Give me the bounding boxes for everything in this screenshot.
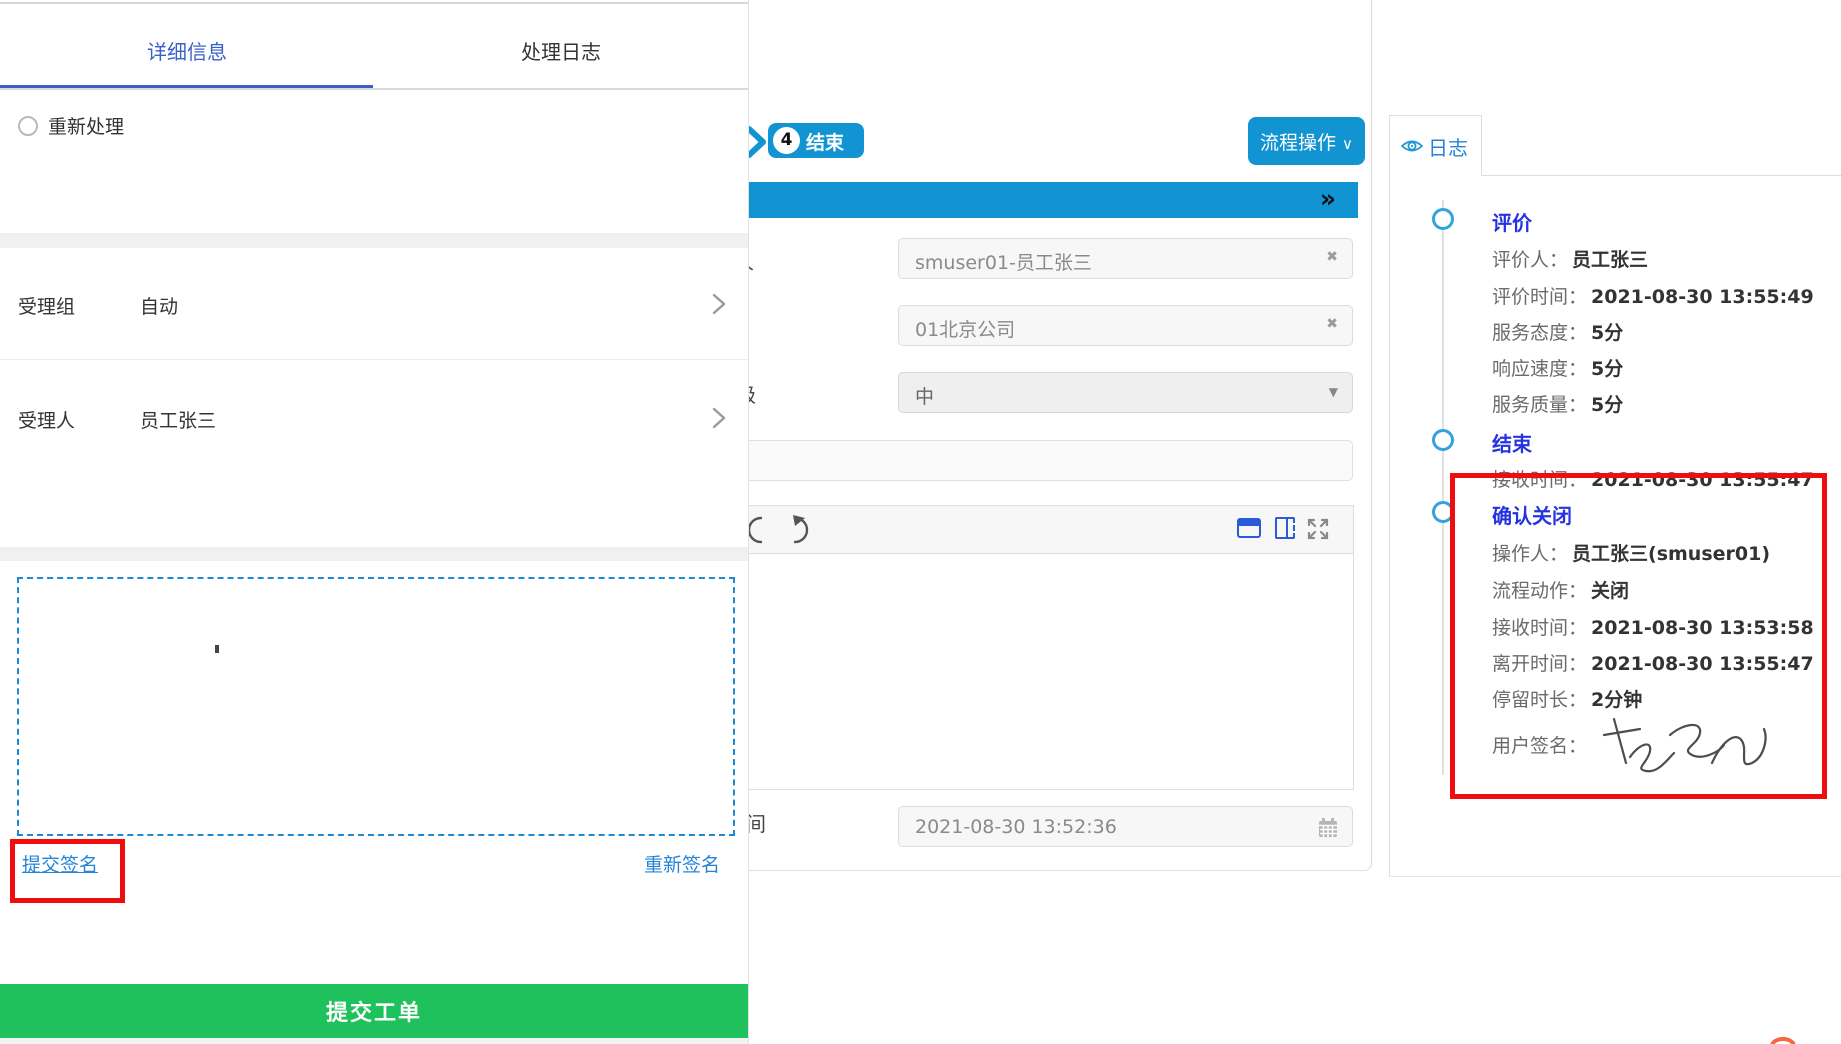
rich-text-editor (748, 505, 1354, 790)
chevron-right-icon (712, 292, 726, 316)
redo-signature-link[interactable]: 重新签名 (644, 850, 720, 877)
log-tab[interactable]: 日志 (1390, 115, 1482, 176)
priority-label-partial: 级 (748, 379, 756, 408)
radio-icon[interactable] (18, 116, 38, 136)
company-input[interactable]: 01北京公司 ✖ (898, 305, 1353, 346)
log-entry-title: 评价 (1492, 207, 1532, 236)
ticket-form-panel: 4 结束 流程操作 ∨ » 人 smuser01-员工张三 ✖ 01北京公司 ✖… (748, 0, 1372, 871)
editor-columns-icon[interactable] (1275, 517, 1295, 539)
chevron-right-icon (712, 406, 726, 430)
editor-toolbar (748, 506, 1353, 554)
timeline-line (1442, 200, 1444, 775)
accept-group-row[interactable]: 受理组 自动 (0, 280, 748, 330)
log-line: 接收时间：2021-08-30 13:55:47 (1492, 465, 1814, 492)
calendar-icon[interactable] (1316, 816, 1340, 840)
company-value: 01北京公司 (915, 315, 1015, 342)
time-input[interactable]: 2021-08-30 13:52:36 (898, 806, 1353, 847)
orange-cursor-mark (1770, 1037, 1796, 1044)
log-line: 接收时间：2021-08-30 13:53:58 (1492, 613, 1814, 640)
log-line: 服务质量：5分 (1492, 390, 1623, 417)
log-line: 流程动作：关闭 (1492, 576, 1629, 603)
handler-value: smuser01-员工张三 (915, 248, 1092, 275)
log-line: 响应速度：5分 (1492, 354, 1623, 381)
step-arrow-icon (748, 124, 768, 160)
log-line: 离开时间：2021-08-30 13:55:47 (1492, 649, 1814, 676)
accept-person-row[interactable]: 受理人 员工张三 (0, 394, 748, 444)
priority-select[interactable]: 中 ▼ (898, 372, 1353, 413)
undo-icon[interactable] (748, 514, 773, 546)
log-line: 服务态度：5分 (1492, 318, 1623, 345)
ticket-workflow-page: 详细信息 处理日志 重新处理 受理组 自动 受理人 员工张三 (0, 0, 1841, 1044)
bottom-strip (0, 1038, 748, 1044)
detail-panel: 详细信息 处理日志 重新处理 受理组 自动 受理人 员工张三 (0, 0, 749, 1044)
handler-input[interactable]: smuser01-员工张三 ✖ (898, 238, 1353, 279)
empty-text-input[interactable] (748, 440, 1353, 481)
accept-person-label: 受理人 (18, 406, 75, 433)
log-line: 评价时间：2021-08-30 13:55:49 (1492, 282, 1814, 309)
section-band (0, 233, 748, 248)
signature-canvas[interactable] (17, 577, 735, 836)
time-label-partial: 时间 (748, 808, 766, 837)
process-actions-button[interactable]: 流程操作 ∨ (1248, 117, 1365, 165)
tab-process-log[interactable]: 处理日志 (374, 36, 748, 65)
step-4-end-badge[interactable]: 4 结束 (768, 123, 864, 158)
redo-icon[interactable] (781, 514, 815, 546)
step-number: 4 (773, 127, 800, 154)
row-divider (0, 359, 748, 360)
timeline-node-icon (1432, 208, 1454, 230)
priority-value: 中 (915, 382, 934, 409)
log-line: 评价人：员工张三 (1492, 245, 1648, 272)
caret-down-icon: ▼ (1329, 385, 1338, 399)
log-line: 操作人：员工张三(smuser01) (1492, 539, 1770, 566)
log-entry-title: 结束 (1492, 428, 1532, 457)
tab-detail-info[interactable]: 详细信息 (0, 36, 374, 65)
log-line: 用户签名： (1492, 731, 1591, 758)
log-panel: 日志 评价 评价人：员工张三 评价时间：2021-08-30 13:55:49 … (1389, 115, 1841, 877)
log-header-divider (1482, 175, 1841, 176)
timeline-node-icon (1432, 501, 1454, 523)
clear-icon[interactable]: ✖ (1326, 316, 1338, 332)
accept-person-value: 员工张三 (140, 406, 216, 433)
process-actions-label: 流程操作 (1260, 132, 1336, 154)
form-section-header: » (748, 182, 1358, 218)
step-label: 结束 (806, 128, 844, 155)
reprocess-label: 重新处理 (48, 112, 124, 139)
editor-window-icon[interactable] (1237, 518, 1261, 538)
submit-ticket-button[interactable]: 提交工单 (0, 984, 748, 1038)
log-tab-label: 日志 (1428, 132, 1468, 161)
submit-signature-link[interactable]: 提交签名 (22, 850, 98, 877)
log-line: 停留时长：2分钟 (1492, 685, 1642, 712)
fullscreen-icon[interactable] (1305, 516, 1331, 542)
accept-group-label: 受理组 (18, 292, 75, 319)
eye-icon (1400, 136, 1424, 156)
reprocess-option[interactable]: 重新处理 (18, 112, 124, 139)
signature-stroke-dot (215, 645, 219, 653)
clear-icon[interactable]: ✖ (1326, 249, 1338, 265)
caret-down-icon: ∨ (1342, 135, 1353, 153)
accept-group-value: 自动 (140, 292, 178, 319)
log-entry-title: 确认关闭 (1492, 500, 1572, 529)
tabs-divider (0, 88, 748, 90)
time-value: 2021-08-30 13:52:36 (915, 816, 1117, 838)
collapse-icon[interactable]: » (1320, 184, 1336, 213)
section-band (0, 547, 748, 561)
timeline-node-icon (1432, 429, 1454, 451)
user-signature-scribble (1600, 711, 1775, 781)
editor-content-area[interactable] (748, 554, 1353, 789)
panel-top-divider (0, 2, 748, 4)
